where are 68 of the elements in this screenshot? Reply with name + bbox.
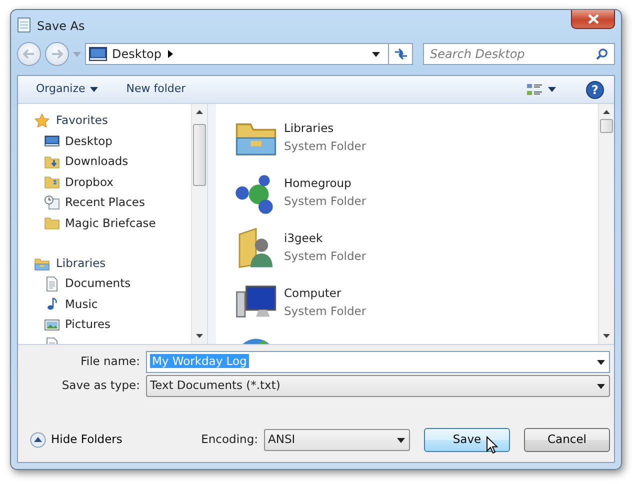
sidebar-group-item[interactable]: Libraries [56,254,106,272]
item-name[interactable]: Computer [284,285,366,302]
sidebar-item[interactable]: Music [65,296,98,313]
item-name[interactable]: i3geek [284,230,366,248]
notepad-icon [17,17,31,34]
libraries-folder-icon [34,256,50,272]
address-text: Desktop [111,46,162,63]
folder-icon [44,174,60,190]
file-name-label: File name: [80,353,141,370]
folder-icon [44,215,60,232]
scroll-up-icon[interactable] [603,110,610,114]
window-title: Save As [37,18,85,34]
item-name[interactable]: Homegroup [284,175,366,192]
recent-places-icon [44,194,60,211]
star-icon [34,113,50,129]
dropdown-caret-icon [597,384,605,388]
caret-icon [548,87,556,92]
close-button[interactable] [571,10,615,29]
scroll-up-icon[interactable] [196,110,203,114]
hide-folders-button[interactable]: Hide Folders [30,431,122,449]
sidebar-item[interactable]: Downloads [65,153,128,170]
refresh-arrows-icon [394,48,408,60]
scrollbar[interactable] [191,104,207,344]
search-icon [596,48,608,60]
forward-arrow-icon [51,49,63,59]
sidebar-item[interactable]: Desktop [65,132,112,150]
dropdown-caret-icon[interactable] [372,52,380,56]
search-field[interactable]: Search Desktop [423,43,615,65]
item-type: System Folder [284,248,366,264]
save-as-type-label: Save as type: [60,377,141,394]
toolbar-button[interactable]: New folder [118,78,194,101]
scrollbar[interactable] [598,104,614,344]
close-icon [588,14,598,24]
scroll-thumb[interactable] [600,119,613,133]
scroll-thumb[interactable] [193,124,206,186]
mouse-cursor-icon [486,436,498,454]
item-name[interactable]: Libraries [284,120,366,138]
encoding-label: Encoding: [201,431,258,448]
view-list-icon [527,82,543,96]
breadcrumb-arrow-icon[interactable] [168,50,172,58]
encoding-dropdown[interactable]: ANSI [264,429,410,451]
collapse-icon [30,432,46,448]
scroll-down-icon[interactable] [196,334,203,338]
picture-icon [44,316,60,333]
sidebar-item[interactable]: Documents [65,275,131,292]
folder-download-icon [44,154,60,170]
desktop-icon [89,47,107,61]
caret-icon [90,87,98,92]
desktop-icon [44,133,60,150]
help-button[interactable]: ? [586,80,604,98]
sidebar-item[interactable]: Pictures [65,316,111,334]
item-type: System Folder [284,192,366,210]
address-bar[interactable]: Desktop [85,43,413,65]
sidebar-item[interactable]: Recent Places [65,194,145,212]
sidebar-group-item[interactable]: Favorites [56,112,108,130]
sidebar-item[interactable]: Dropbox [65,174,114,191]
item-type: System Folder [284,302,366,320]
save-button[interactable]: Save [424,428,510,452]
document-icon [44,276,60,292]
save-as-type-dropdown[interactable]: Text Documents (*.txt) [146,375,610,397]
cancel-button[interactable]: Cancel [524,428,610,452]
back-arrow-icon [23,49,35,59]
dropdown-caret-icon [397,438,405,442]
scroll-down-icon[interactable] [603,334,610,338]
sidebar-item[interactable]: Magic Briefcase [65,214,156,232]
organize-menu-button[interactable]: Organize [28,78,106,101]
item-type: System Folder [284,138,366,154]
dropdown-caret-icon[interactable] [597,360,605,364]
